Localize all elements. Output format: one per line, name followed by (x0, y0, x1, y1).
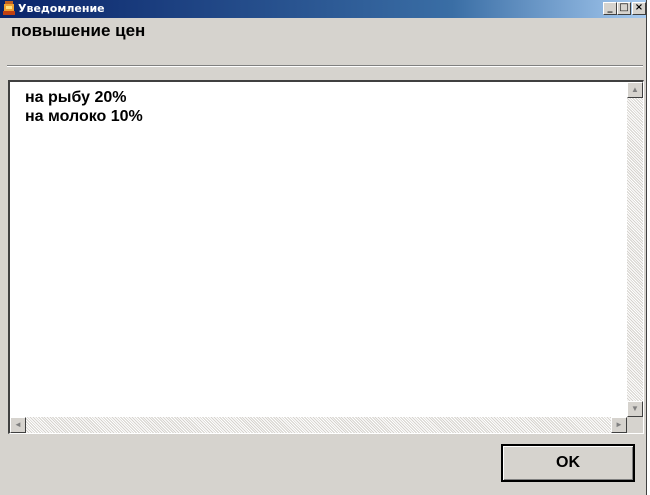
arrow-right-icon: ► (615, 420, 623, 429)
scroll-left-button[interactable]: ◄ (10, 417, 26, 433)
message-line: на рыбу 20% (25, 89, 127, 106)
maximize-button[interactable]: □ (617, 2, 631, 15)
window-title: Уведомление (18, 2, 105, 15)
scroll-up-button[interactable]: ▲ (627, 82, 643, 98)
minimize-button[interactable]: _ (603, 2, 617, 15)
notification-heading: повышение цен (11, 21, 146, 40)
ok-button[interactable]: OK (501, 444, 635, 482)
message-text: на рыбу 20% на молоко 10% (25, 88, 143, 126)
notification-window: Уведомление _ □ × повышение цен на рыбу … (0, 0, 647, 495)
title-bar[interactable]: Уведомление _ □ × (0, 0, 646, 18)
close-button[interactable]: × (632, 2, 646, 15)
vertical-scrollbar[interactable]: ▲ ▼ (627, 82, 643, 417)
scroll-right-button[interactable]: ► (611, 417, 627, 433)
arrow-down-icon: ▼ (631, 404, 639, 413)
message-memo[interactable]: на рыбу 20% на молоко 10% ▲ ▼ ◄ ► (8, 80, 644, 434)
scroll-down-button[interactable]: ▼ (627, 401, 643, 417)
horizontal-scrollbar[interactable]: ◄ ► (10, 417, 627, 433)
arrow-left-icon: ◄ (14, 420, 22, 429)
scrollbar-corner (627, 417, 643, 433)
app-icon (3, 1, 15, 15)
message-line: на молоко 10% (25, 108, 143, 125)
separator (7, 65, 643, 67)
arrow-up-icon: ▲ (631, 85, 639, 94)
